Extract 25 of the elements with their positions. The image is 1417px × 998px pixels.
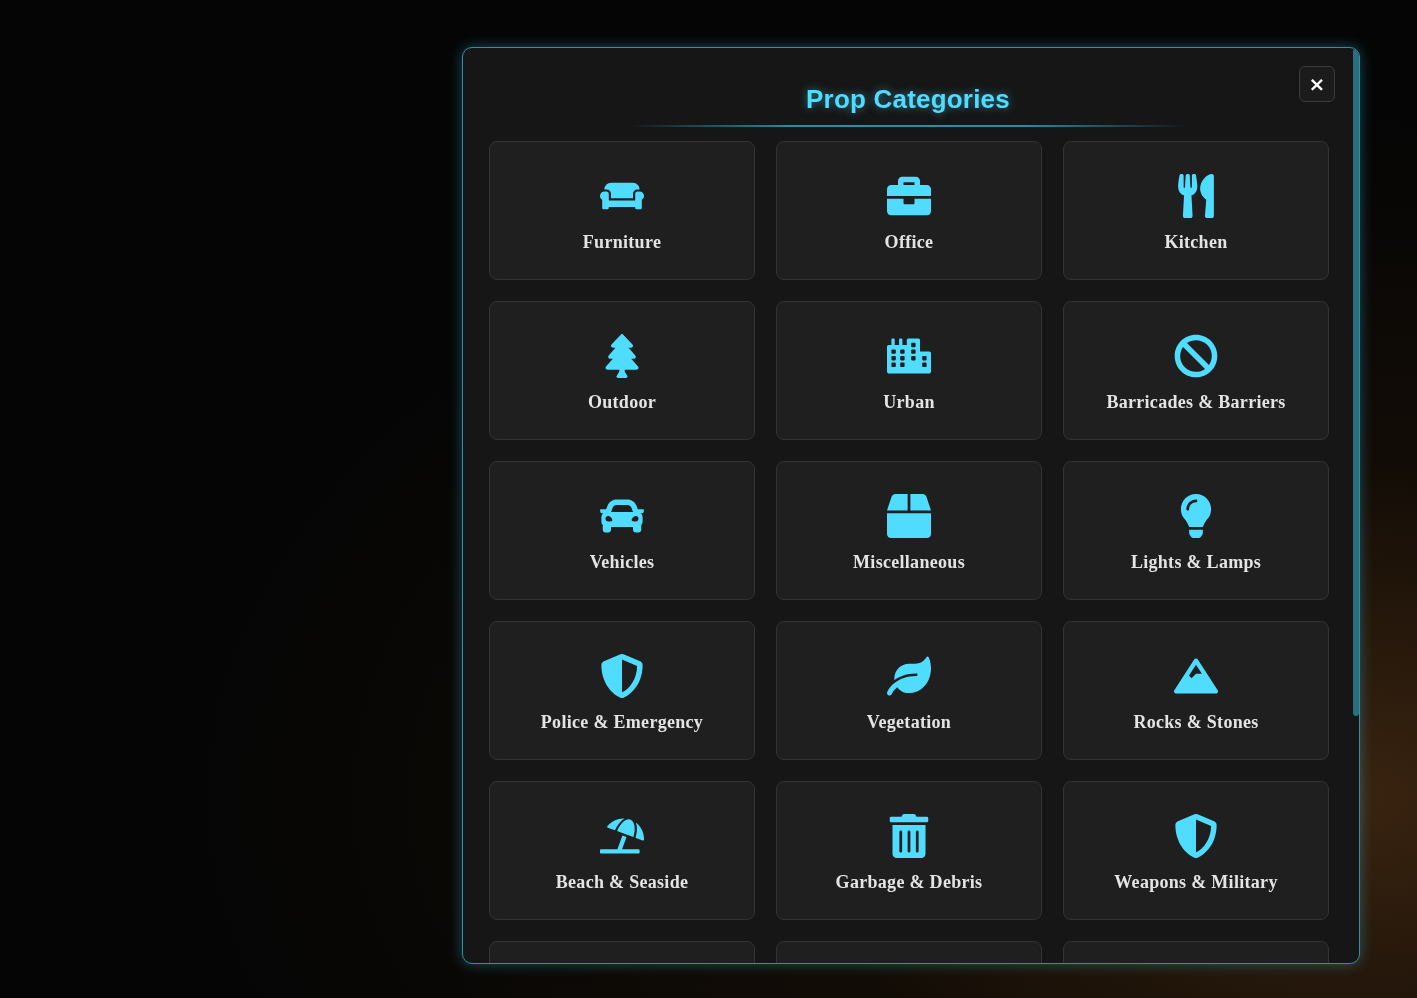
category-card[interactable]: Vehicles <box>489 461 755 600</box>
category-card[interactable]: Lights & Lamps <box>1063 461 1329 600</box>
dialog-title: Prop Categories <box>806 84 1010 115</box>
trash-can-icon <box>887 814 931 858</box>
close-button[interactable]: × <box>1299 66 1335 102</box>
briefcase-icon <box>887 174 931 218</box>
category-card[interactable]: Miscellaneous <box>776 461 1042 600</box>
category-card[interactable]: Urban <box>776 301 1042 440</box>
category-card[interactable]: Police & Emergency <box>489 621 755 760</box>
shield-icon <box>1174 814 1218 858</box>
category-card[interactable]: Furniture <box>489 141 755 280</box>
scrollbar-thumb[interactable] <box>1353 48 1359 716</box>
category-card[interactable]: Outdoor <box>489 301 755 440</box>
box-icon <box>887 494 931 538</box>
leaf-icon <box>887 654 931 698</box>
shield-icon <box>600 654 644 698</box>
category-card[interactable]: Office <box>776 141 1042 280</box>
category-card[interactable]: Vegetation <box>776 621 1042 760</box>
ban-icon <box>1174 334 1218 378</box>
category-card[interactable]: Barricades & Barriers <box>1063 301 1329 440</box>
category-card[interactable]: Weapons & Military <box>1063 781 1329 920</box>
category-card[interactable]: Kitchen <box>1063 141 1329 280</box>
category-card[interactable]: Garbage & Debris <box>776 781 1042 920</box>
category-card[interactable]: Rocks & Stones <box>1063 621 1329 760</box>
category-card[interactable]: Beach & Seaside <box>489 781 755 920</box>
